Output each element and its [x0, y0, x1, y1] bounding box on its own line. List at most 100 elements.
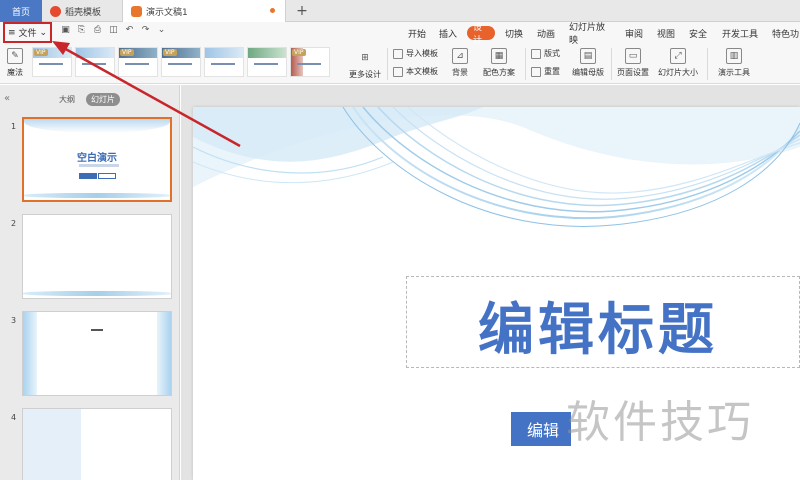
watermark: 软件技巧 — [566, 397, 754, 448]
menu-animation[interactable]: 动画 — [536, 26, 556, 40]
wave-decoration — [193, 107, 800, 227]
import-template-label: 导入模板 — [406, 49, 438, 58]
slide-size-icon: ⤢ — [670, 48, 686, 64]
ribbon-divider — [525, 48, 526, 80]
slide-thumbnail-3[interactable] — [22, 311, 172, 396]
slide-thumbnail-button-outline — [98, 173, 116, 179]
menu-security[interactable]: 安全 — [688, 26, 708, 40]
daoke-logo-icon — [50, 5, 61, 17]
tab-outline[interactable]: 大纲 — [54, 93, 80, 106]
collapse-panel-icon[interactable]: « — [4, 93, 10, 104]
reset-label: 重置 — [544, 67, 560, 76]
export-icon[interactable]: ⎘ — [76, 25, 87, 36]
slide-thumbnail-title: 空白演示 — [77, 153, 117, 164]
vip-badge: VIP — [292, 49, 306, 56]
design-ribbon: ✎ 魔法 VIP VIP VIP VIP ⊞ 更多设计 导入模板 本文模板 ⊿ … — [0, 44, 800, 84]
menu-bar: ≡ 文件 ⌄ ▣ ⎘ ⎙ ◫ ↶ ↷ ⌄ 开始 插入 设计 切换 动画 幻灯片放… — [0, 22, 800, 46]
template-thumb[interactable]: VIP — [161, 47, 201, 77]
background-icon: ⊿ — [452, 48, 468, 64]
redo-icon[interactable]: ↷ — [140, 25, 151, 36]
more-design-label: 更多设计 — [349, 70, 381, 79]
slide-number: 3 — [11, 316, 17, 325]
template-thumb[interactable] — [204, 47, 244, 77]
vip-badge: VIP — [163, 49, 177, 56]
more-design-button[interactable]: ⊞ 更多设计 — [348, 50, 382, 80]
template-thumb[interactable] — [75, 47, 115, 77]
ribbon-divider — [611, 48, 612, 80]
tab-document[interactable]: 演示文稿1 — [122, 0, 286, 22]
magic-button[interactable]: ✎ 魔法 — [4, 48, 26, 78]
tab-template-store-label: 稻壳模板 — [65, 7, 102, 18]
layout-label: 版式 — [544, 49, 560, 58]
presentation-tools-icon: ▥ — [726, 48, 742, 64]
edit-master-label: 编辑母版 — [572, 68, 604, 77]
template-thumb[interactable] — [247, 47, 287, 77]
menu-design[interactable]: 设计 — [467, 23, 495, 46]
slide-size-label: 幻灯片大小 — [658, 68, 698, 77]
tab-document-label: 演示文稿1 — [146, 7, 188, 18]
ribbon-divider — [387, 48, 388, 80]
slide-thumbnail-subtitle — [79, 164, 119, 167]
menu-start[interactable]: 开始 — [407, 26, 427, 40]
tab-slides[interactable]: 幻灯片 — [86, 93, 120, 106]
slide-size-button[interactable]: ⤢ 幻灯片大小 — [654, 48, 702, 78]
menu-slideshow[interactable]: 幻灯片放映 — [569, 23, 613, 46]
vip-badge: VIP — [120, 49, 134, 56]
wave-decoration — [23, 312, 37, 395]
hamburger-icon: ≡ — [7, 27, 16, 38]
slide-thumbnail-side-block — [23, 409, 81, 480]
wave-decoration — [24, 193, 170, 198]
more-chevron-icon[interactable]: ⌄ — [156, 25, 167, 36]
menu-transition[interactable]: 切换 — [504, 26, 524, 40]
slide-thumbnail-2[interactable] — [22, 214, 172, 299]
slide-thumbnail-4[interactable] — [22, 408, 172, 480]
tab-home[interactable]: 首页 — [0, 0, 42, 22]
ribbon-divider — [707, 48, 708, 80]
page-setup-button[interactable]: ▭ 页面设置 — [615, 48, 651, 78]
menu-developer[interactable]: 开发工具 — [720, 26, 760, 40]
preview-icon[interactable]: ◫ — [108, 25, 119, 36]
wave-decoration — [23, 291, 171, 296]
wave-decoration — [157, 312, 171, 395]
reset-button[interactable]: 重置 — [531, 66, 560, 77]
presentation-tools-button[interactable]: ▥ 演示工具 — [712, 48, 756, 78]
edit-master-button[interactable]: ▤ 编辑母版 — [570, 48, 606, 78]
new-tab-button[interactable]: + — [292, 0, 312, 22]
template-gallery: VIP VIP VIP VIP — [32, 47, 330, 77]
unsaved-indicator-icon — [270, 8, 275, 13]
slide-thumbnail-1[interactable]: 空白演示 — [22, 117, 172, 202]
menu-insert[interactable]: 插入 — [438, 26, 458, 40]
subtitle-placeholder[interactable]: 编辑 — [511, 412, 571, 446]
template-thumb[interactable]: VIP — [290, 47, 330, 77]
page-setup-icon: ▭ — [625, 48, 641, 64]
master-icon: ▤ — [580, 48, 596, 64]
slide-number: 4 — [11, 413, 17, 422]
slide-number: 1 — [11, 122, 17, 131]
save-icon[interactable]: ▣ — [60, 25, 71, 36]
background-button[interactable]: ⊿ 背景 — [446, 48, 474, 78]
template-thumb[interactable]: VIP — [118, 47, 158, 77]
tab-template-store[interactable]: 稻壳模板 — [42, 0, 122, 22]
file-menu-label: 文件 — [18, 29, 37, 39]
color-scheme-button[interactable]: ▦ 配色方案 — [479, 48, 519, 78]
layout-icon — [531, 48, 541, 59]
menu-featured[interactable]: 特色功 — [772, 26, 800, 40]
menu-review[interactable]: 审阅 — [624, 26, 644, 40]
menu-view[interactable]: 视图 — [656, 26, 676, 40]
slide-thumbnail-button — [79, 173, 97, 179]
vip-badge: VIP — [34, 49, 48, 56]
color-scheme-icon: ▦ — [491, 48, 507, 64]
layout-button[interactable]: 版式 — [531, 48, 560, 59]
presentation-app-icon — [131, 5, 142, 17]
template-thumb[interactable]: VIP — [32, 47, 72, 77]
slide-title[interactable]: 编辑标题 — [406, 285, 800, 366]
presentation-tools-label: 演示工具 — [718, 68, 750, 77]
import-template-button[interactable]: 导入模板 — [393, 48, 438, 59]
undo-icon[interactable]: ↶ — [124, 25, 135, 36]
print-icon[interactable]: ⎙ — [92, 25, 103, 36]
magic-label: 魔法 — [7, 68, 23, 77]
color-scheme-label: 配色方案 — [483, 68, 515, 77]
reset-icon — [531, 66, 541, 77]
file-menu-button[interactable]: ≡ 文件 ⌄ — [3, 22, 52, 43]
this-template-button[interactable]: 本文模板 — [393, 66, 438, 77]
